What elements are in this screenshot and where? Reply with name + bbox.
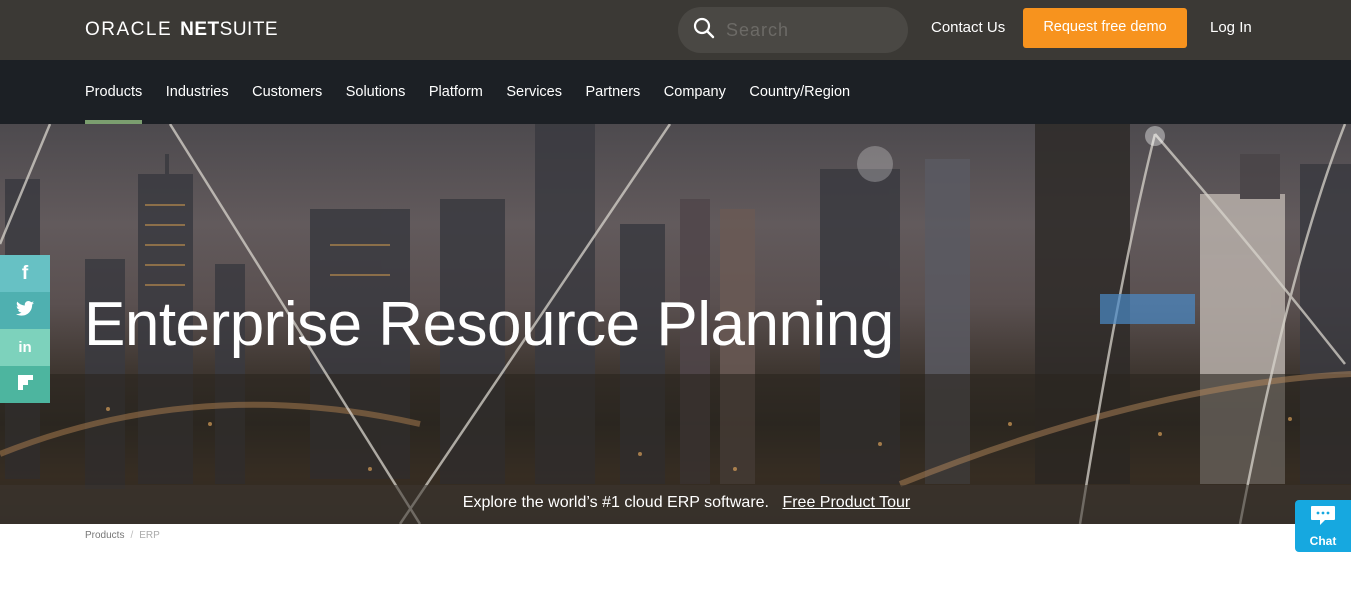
- social-share-bar: f in: [0, 255, 50, 403]
- hero-cta-text: Explore the world’s #1 cloud ERP softwar…: [462, 494, 769, 511]
- linkedin-share-button[interactable]: in: [0, 329, 50, 366]
- linkedin-icon: in: [18, 339, 32, 356]
- hero-banner: Enterprise Resource Planning Explore the…: [0, 124, 1351, 524]
- breadcrumb-erp: ERP: [139, 530, 160, 541]
- free-product-tour-link[interactable]: Free Product Tour: [782, 494, 910, 511]
- facebook-share-button[interactable]: f: [0, 255, 50, 292]
- logo-net: NET: [180, 19, 220, 40]
- chat-button[interactable]: Chat: [1295, 500, 1351, 552]
- flipboard-share-button[interactable]: [0, 366, 50, 403]
- nav-item-partners[interactable]: Partners: [585, 60, 640, 124]
- chat-bubble-icon: [1310, 505, 1336, 532]
- oracle-netsuite-logo[interactable]: ORACLE NET SUITE: [85, 19, 278, 41]
- breadcrumb-products[interactable]: Products: [85, 530, 124, 541]
- facebook-icon: f: [21, 262, 29, 284]
- twitter-share-button[interactable]: [0, 292, 50, 329]
- breadcrumb: Products / ERP: [85, 530, 160, 541]
- search-icon[interactable]: [692, 16, 716, 45]
- chat-label: Chat: [1309, 533, 1337, 548]
- search-box[interactable]: [678, 7, 908, 53]
- nav-item-industries[interactable]: Industries: [166, 60, 229, 124]
- logo-oracle: ORACLE: [85, 19, 173, 40]
- request-demo-button[interactable]: Request free demo: [1023, 8, 1187, 48]
- top-header: ORACLE NETSUITE Contact Us Request free …: [0, 0, 1351, 60]
- nav-item-platform[interactable]: Platform: [429, 60, 483, 124]
- main-nav: Products Industries Customers Solutions …: [0, 60, 1351, 124]
- twitter-icon: [16, 300, 34, 321]
- search-input[interactable]: [726, 19, 896, 41]
- nav-item-products[interactable]: Products: [85, 60, 143, 124]
- hero-cta: Explore the world’s #1 cloud ERP softwar…: [0, 494, 1351, 512]
- flipboard-icon: [17, 374, 33, 395]
- login-link[interactable]: Log In: [1210, 19, 1252, 36]
- nav-item-customers[interactable]: Customers: [252, 60, 322, 124]
- nav-item-services[interactable]: Services: [506, 60, 562, 124]
- nav-item-country-region[interactable]: Country/Region: [749, 60, 850, 124]
- breadcrumb-separator: /: [130, 530, 134, 541]
- logo-suite: SUITE: [219, 19, 279, 40]
- contact-us-link[interactable]: Contact Us: [931, 19, 1005, 36]
- nav-item-solutions[interactable]: Solutions: [346, 60, 406, 124]
- hero-title: Enterprise Resource Planning: [84, 290, 894, 359]
- nav-item-company[interactable]: Company: [664, 60, 726, 124]
